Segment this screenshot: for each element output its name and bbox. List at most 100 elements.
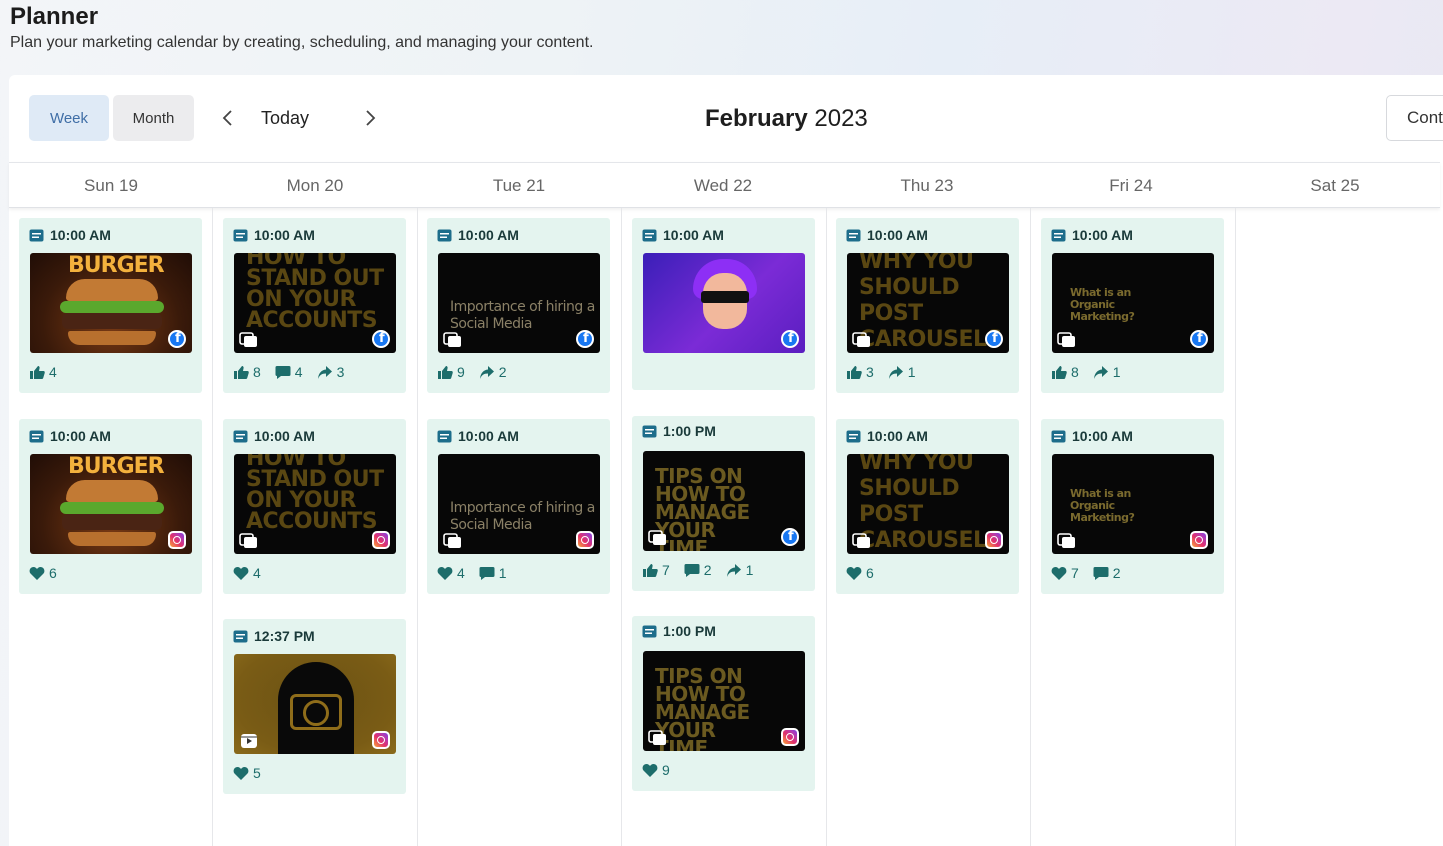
post-thumbnail[interactable]: HOW TO STAND OUT ON YOUR ACCOUNTS f <box>234 253 396 353</box>
post-time: 10:00 AM <box>1051 427 1133 445</box>
likes-count: 8 <box>253 364 261 380</box>
post-metrics: 8 1 <box>1051 364 1135 380</box>
post-card[interactable]: 10:00 AM Importance of hiring a Social M… <box>427 419 610 594</box>
facebook-icon: f <box>781 330 799 348</box>
post-card[interactable]: 10:00 AM What is an Organic Marketing? 7… <box>1041 419 1224 594</box>
post-card[interactable]: 12:37 PM 5 <box>223 619 406 794</box>
likes-count: 4 <box>49 364 57 380</box>
likes-metric: 9 <box>437 364 465 380</box>
post-time: 10:00 AM <box>233 427 315 445</box>
post-card[interactable]: 10:00 AM HOW TO STAND OUT ON YOUR ACCOUN… <box>223 218 406 393</box>
post-time: 10:00 AM <box>437 226 519 244</box>
month-view-button[interactable]: Month <box>113 95 194 141</box>
day-header-sat: Sat 25 <box>1310 176 1360 195</box>
carousel-icon <box>1057 332 1075 347</box>
shares-count: 1 <box>745 562 754 578</box>
post-card[interactable]: 10:00 AM HOW TO STAND OUT ON YOUR ACCOUN… <box>223 419 406 594</box>
likes-metric: 4 <box>29 364 57 380</box>
likes-count: 7 <box>662 562 670 578</box>
facebook-icon: f <box>372 330 390 348</box>
post-metrics: 4 <box>29 364 71 380</box>
post-thumbnail[interactable]: WHY YOU SHOULD POST CAROUSELS <box>847 454 1009 554</box>
post-thumbnail[interactable]: f <box>643 253 805 353</box>
thumbnail-text: WHY YOU SHOULD POST CAROUSELS <box>859 454 1002 553</box>
hearts-count: 4 <box>457 565 465 581</box>
column-divider <box>212 208 213 846</box>
post-time: 10:00 AM <box>233 226 315 244</box>
heart-icon <box>233 566 249 580</box>
comment-icon <box>684 563 700 577</box>
post-card[interactable]: 10:00 AM WHY YOU SHOULD POST CAROUSELS f… <box>836 218 1019 393</box>
post-metrics: 7 2 1 <box>642 562 767 578</box>
post-card[interactable]: 10:00 AM Importance of hiring a Social M… <box>427 218 610 393</box>
post-thumbnail[interactable]: Importance of hiring a Social Media f <box>438 253 600 353</box>
carousel-icon <box>443 533 461 548</box>
post-thumbnail[interactable]: What is an Organic Marketing? f <box>1052 253 1214 353</box>
thumbnail-shape <box>62 313 162 329</box>
post-card[interactable]: 10:00 AM What is an Organic Marketing? f… <box>1041 218 1224 393</box>
day-header-row: Sun 19 Mon 20 Tue 21 Wed 22 Thu 23 Fri 2… <box>9 162 1440 208</box>
hearts-metric: 5 <box>233 765 261 781</box>
comment-icon <box>479 566 495 580</box>
day-header-sun: Sun 19 <box>84 176 138 195</box>
post-type-icon <box>846 229 861 241</box>
hearts-metric: 9 <box>642 762 670 778</box>
likes-count: 9 <box>457 364 465 380</box>
post-thumbnail[interactable]: BURGER f <box>30 253 192 353</box>
thumbnail-text: HOW TO STAND OUT ON YOUR ACCOUNTS <box>246 454 384 534</box>
post-card[interactable]: 10:00 AM BURGER f 4 <box>19 218 202 393</box>
facebook-glyph: f <box>788 331 794 346</box>
post-time: 10:00 AM <box>642 226 724 244</box>
facebook-icon: f <box>168 330 186 348</box>
post-thumbnail[interactable]: Importance of hiring a Social Media <box>438 454 600 554</box>
heart-icon <box>29 566 45 580</box>
facebook-glyph: f <box>788 529 794 544</box>
post-card[interactable]: 1:00 PM TIPS ON HOW TO MANAGE YOUR TIME … <box>632 616 815 791</box>
post-thumbnail[interactable] <box>234 654 396 754</box>
post-thumbnail[interactable]: BURGER <box>30 454 192 554</box>
post-thumbnail[interactable]: TIPS ON HOW TO MANAGE YOUR TIME <box>643 651 805 751</box>
comments-metric: 2 <box>1093 565 1121 581</box>
likes-metric: 8 <box>233 364 261 380</box>
cont-button[interactable]: Cont <box>1386 95 1443 141</box>
post-time: 10:00 AM <box>1051 226 1133 244</box>
next-week-button[interactable] <box>355 103 385 133</box>
share-icon <box>888 365 903 379</box>
post-type-icon <box>29 430 44 442</box>
shares-metric: 1 <box>1093 364 1121 380</box>
post-card[interactable]: 10:00 AM WHY YOU SHOULD POST CAROUSELS 6 <box>836 419 1019 594</box>
post-time: 10:00 AM <box>437 427 519 445</box>
carousel-icon <box>852 332 870 347</box>
post-time-text: 10:00 AM <box>254 428 315 444</box>
likes-metric: 8 <box>1051 364 1079 380</box>
comment-icon <box>275 365 291 379</box>
column-divider <box>1235 208 1236 846</box>
thumbnail-shape <box>68 532 156 546</box>
instagram-icon <box>168 531 186 549</box>
post-thumbnail[interactable]: What is an Organic Marketing? <box>1052 454 1214 554</box>
heart-icon <box>437 566 453 580</box>
thumbnail-text: WHY YOU SHOULD POST CAROUSELS <box>859 253 1002 352</box>
post-card[interactable]: 10:00 AM f <box>632 218 815 390</box>
post-card[interactable]: 10:00 AM BURGER 6 <box>19 419 202 594</box>
share-icon <box>726 563 741 577</box>
today-button[interactable]: Today <box>261 108 309 129</box>
post-thumbnail[interactable]: HOW TO STAND OUT ON YOUR ACCOUNTS <box>234 454 396 554</box>
post-thumbnail[interactable]: TIPS ON HOW TO MANAGE YOUR TIME f <box>643 451 805 551</box>
instagram-icon <box>372 531 390 549</box>
thumbnail-text: What is an Organic Marketing? <box>1070 487 1135 524</box>
hearts-count: 6 <box>866 565 874 581</box>
planner-panel: Week Month Today February 2023 Cont Sun … <box>9 75 1443 846</box>
post-type-icon <box>1051 430 1066 442</box>
day-header-thu: Thu 23 <box>900 176 954 195</box>
column-divider <box>621 208 622 846</box>
previous-week-button[interactable] <box>213 103 243 133</box>
likes-metric: 7 <box>642 562 670 578</box>
post-thumbnail[interactable]: WHY YOU SHOULD POST CAROUSELS f <box>847 253 1009 353</box>
week-view-button[interactable]: Week <box>29 95 109 141</box>
facebook-icon: f <box>576 330 594 348</box>
post-card[interactable]: 1:00 PM TIPS ON HOW TO MANAGE YOUR TIME … <box>632 416 815 591</box>
post-metrics: 4 <box>233 565 275 581</box>
thumbs-up-icon <box>30 365 45 379</box>
instagram-icon <box>1190 531 1208 549</box>
